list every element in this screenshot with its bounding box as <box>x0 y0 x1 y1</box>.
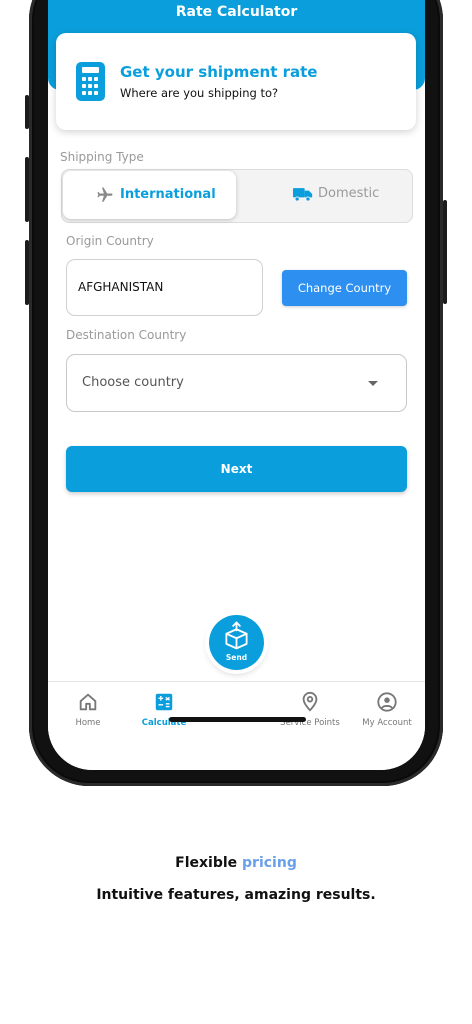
tagline: Flexible pricing <box>0 855 472 871</box>
calculator-icon <box>76 62 105 101</box>
domestic-label: Domestic <box>318 186 380 201</box>
app-screen: Rate Calculator Get your shipment rate W… <box>48 0 425 770</box>
tagline-main: Flexible <box>175 855 238 871</box>
phone-power-button <box>443 200 447 304</box>
airplane-icon <box>97 187 113 202</box>
phone-volume-up-button <box>25 157 29 222</box>
send-label: Send <box>225 653 248 662</box>
change-country-button[interactable]: Change Country <box>282 270 407 306</box>
next-button[interactable]: Next <box>66 446 407 492</box>
destination-country-select[interactable]: Choose country <box>66 354 407 412</box>
shipping-option-international[interactable]: International <box>63 171 236 219</box>
shipping-type-label: Shipping Type <box>60 150 144 164</box>
tagline-accent: pricing <box>242 855 297 871</box>
rate-card-title: Get your shipment rate <box>120 63 318 81</box>
home-icon <box>79 693 97 711</box>
rate-info-card: Get your shipment rate Where are you shi… <box>56 33 416 130</box>
phone-volume-down-button <box>25 240 29 305</box>
origin-country-value: AFGHANISTAN <box>78 280 164 294</box>
shipping-type-toggle: International Domestic <box>61 169 413 223</box>
nav-label-home: Home <box>75 718 101 728</box>
origin-country-field[interactable]: AFGHANISTAN <box>66 259 263 316</box>
international-label: International <box>120 187 216 202</box>
box-upload-icon <box>225 621 248 650</box>
destination-country-label: Destination Country <box>66 328 187 342</box>
bottom-navigation: Home Calculate Service Points My Account <box>48 681 425 770</box>
phone-side-button <box>25 95 29 129</box>
page-title: Rate Calculator <box>175 4 298 20</box>
home-indicator <box>169 717 306 722</box>
account-icon <box>377 692 397 712</box>
destination-placeholder: Choose country <box>82 375 184 390</box>
nav-label-my-account: My Account <box>362 718 412 728</box>
origin-country-label: Origin Country <box>66 234 154 248</box>
tagline-subtitle: Intuitive features, amazing results. <box>96 887 376 903</box>
location-pin-icon <box>302 691 318 712</box>
calculator-icon <box>155 693 173 711</box>
truck-icon <box>293 188 313 202</box>
chevron-down-icon <box>368 381 378 386</box>
rate-card-subtitle: Where are you shipping to? <box>120 86 279 100</box>
send-button[interactable]: Send <box>209 615 264 670</box>
